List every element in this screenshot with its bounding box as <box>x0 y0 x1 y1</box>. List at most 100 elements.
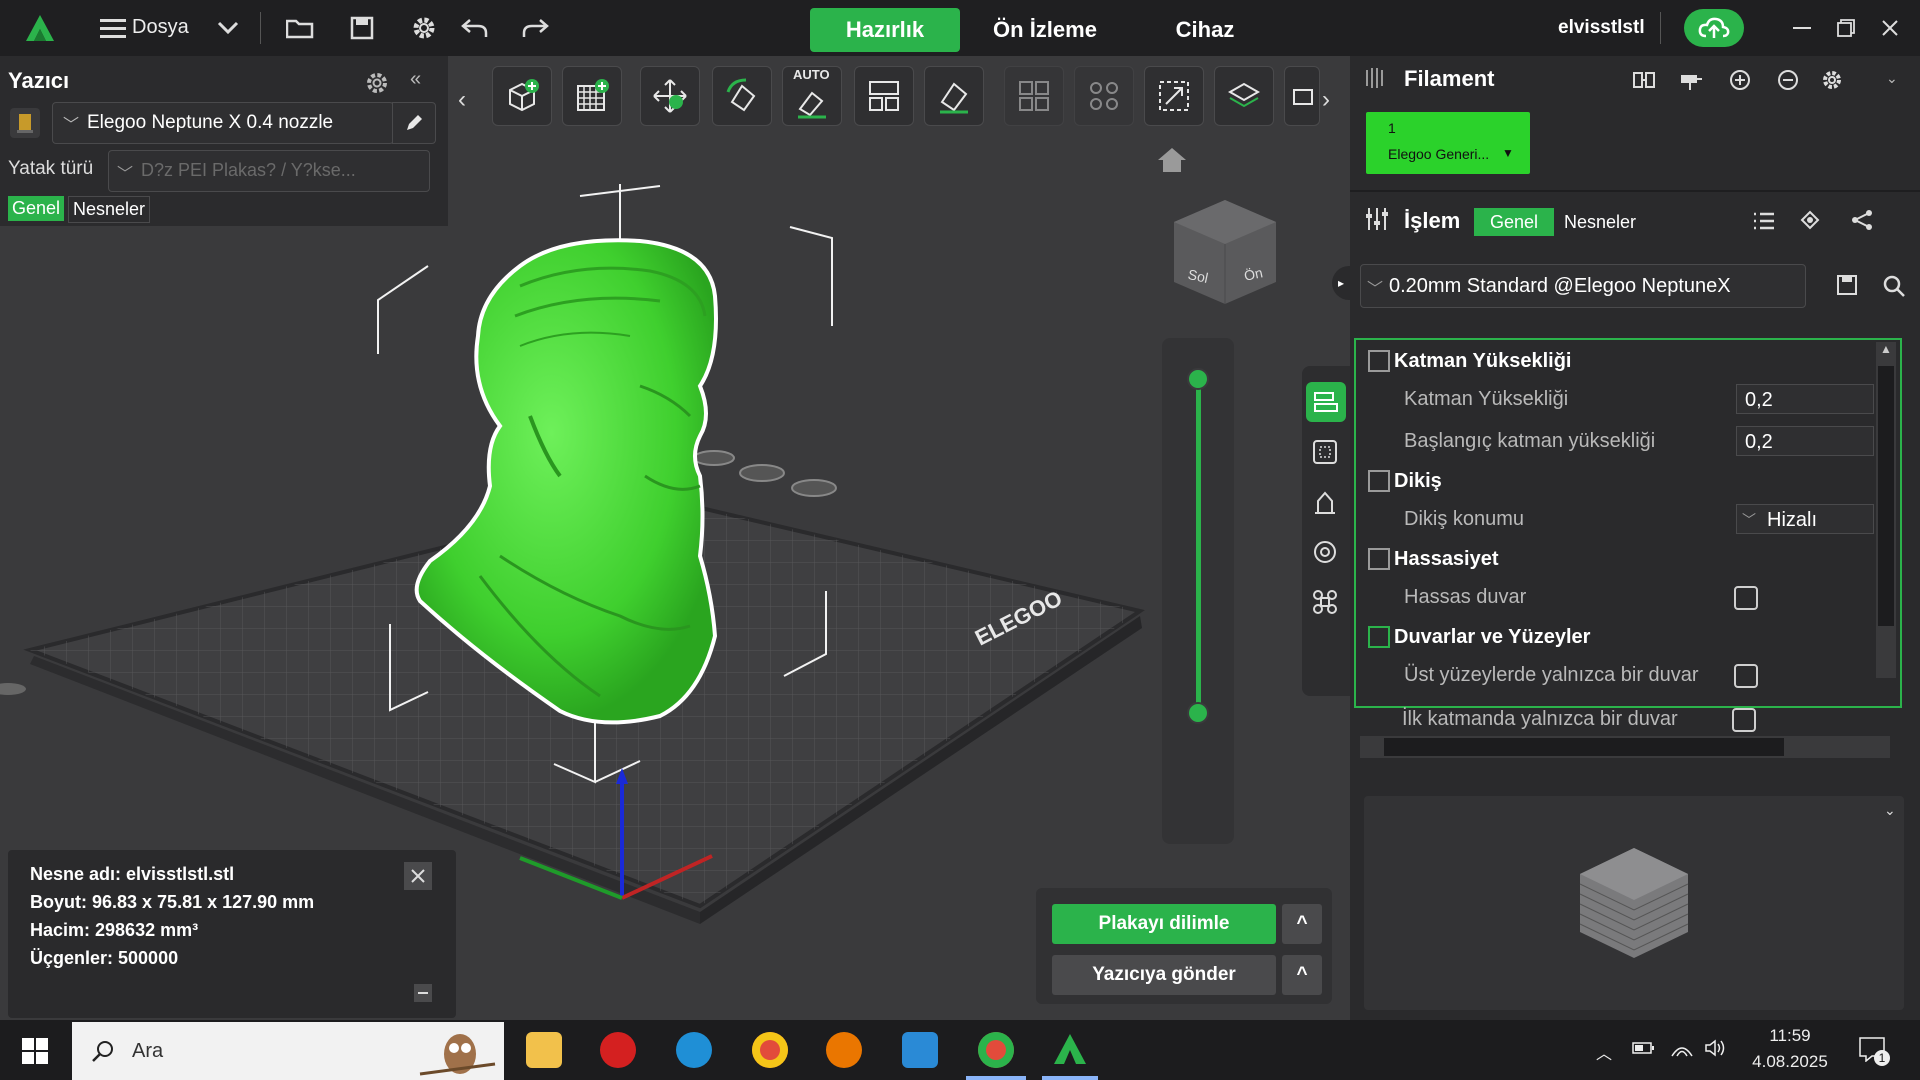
cloud-upload-icon <box>1698 17 1730 38</box>
view-cube[interactable]: Sol Ön <box>1170 196 1280 313</box>
filament-sync-icon[interactable] <box>1632 68 1656 97</box>
tab-process-objects[interactable]: Nesneler <box>1564 212 1636 233</box>
support-tool[interactable] <box>1307 484 1343 520</box>
move-button[interactable] <box>640 66 700 126</box>
top-one-wall-checkbox[interactable] <box>1734 664 1758 688</box>
tab-process-general[interactable]: Genel <box>1474 208 1554 236</box>
chrome-profile-icon[interactable] <box>978 1032 1014 1068</box>
bed-type-select[interactable]: ﹀ D?z PEI Plakas? / Y?kse... <box>108 150 430 192</box>
scroll-up-icon[interactable]: ▲ <box>1876 342 1896 362</box>
search-icon[interactable] <box>1882 274 1906 303</box>
printer-select[interactable]: ﹀ Elegoo Neptune X 0.4 nozzle <box>52 102 394 144</box>
share-icon[interactable] <box>1850 208 1874 237</box>
tab-printer-objects[interactable]: Nesneler <box>68 196 151 223</box>
redo-icon[interactable] <box>518 10 554 46</box>
auto-orient-button[interactable]: AUTO <box>782 66 842 126</box>
rotate-button[interactable] <box>712 66 772 126</box>
chevron-down-icon[interactable]: ⌄ <box>1886 70 1898 87</box>
file-menu[interactable]: Dosya <box>132 16 189 39</box>
layer-height-input[interactable]: 0,2 <box>1736 384 1874 414</box>
add-filament-icon[interactable] <box>1728 68 1752 97</box>
scale-icon <box>1159 81 1189 111</box>
scale-button[interactable] <box>1144 66 1204 126</box>
select-tool[interactable] <box>1307 434 1343 470</box>
minimize-info-button[interactable] <box>414 984 432 1002</box>
layer-slider-top-handle[interactable] <box>1187 368 1209 390</box>
cloud-upload-button[interactable] <box>1684 9 1744 47</box>
list-view-icon[interactable] <box>1752 210 1776 237</box>
save-preset-icon[interactable] <box>1836 274 1858 301</box>
edge-icon[interactable] <box>676 1032 712 1068</box>
windows-start-icon[interactable] <box>22 1038 48 1069</box>
arrange-button[interactable] <box>854 66 914 126</box>
send-options-button[interactable]: ^ <box>1282 955 1322 995</box>
filament-brush-icon[interactable] <box>1680 68 1704 97</box>
split-parts-button[interactable] <box>1074 66 1134 126</box>
more-tools-button[interactable] <box>1284 66 1320 126</box>
clock-time[interactable]: 11:59 <box>1760 1026 1820 1046</box>
toolbar-scroll-left[interactable]: ‹ <box>458 86 478 126</box>
edit-printer-button[interactable] <box>392 102 436 144</box>
scroll-thumb[interactable] <box>1878 366 1894 626</box>
assembly-tool[interactable] <box>1307 584 1343 620</box>
tab-preview[interactable]: Ön İzleme <box>980 8 1110 52</box>
chrome-icon[interactable] <box>752 1032 788 1068</box>
gear-icon[interactable] <box>406 10 442 46</box>
settings-scrollbar[interactable]: ▲ <box>1876 342 1896 678</box>
printer-settings-icon[interactable] <box>364 70 390 101</box>
wifi-icon[interactable] <box>1670 1038 1694 1063</box>
layers-tool[interactable] <box>1306 382 1346 422</box>
home-view-icon[interactable] <box>1156 146 1188 179</box>
notification-icon[interactable]: 1 <box>1858 1036 1890 1067</box>
first-layer-one-wall-checkbox[interactable] <box>1732 708 1756 732</box>
username[interactable]: elvisstlstl <box>1558 17 1645 39</box>
tab-printer-general[interactable]: Genel <box>8 196 65 221</box>
battery-icon[interactable] <box>1632 1040 1656 1061</box>
app-icon[interactable] <box>902 1032 938 1068</box>
slice-plate-button[interactable]: Plakayı dilimle <box>1052 904 1276 944</box>
seam-tool[interactable] <box>1307 534 1343 570</box>
add-plate-button[interactable] <box>562 66 622 126</box>
precise-wall-checkbox[interactable] <box>1734 586 1758 610</box>
compare-icon[interactable] <box>1798 208 1822 237</box>
volume-icon[interactable] <box>1704 1038 1728 1063</box>
seam-position-select[interactable]: Hizalı <box>1736 504 1874 534</box>
minus-icon <box>418 992 428 994</box>
split-objects-button[interactable] <box>1004 66 1064 126</box>
tray-chevron-icon[interactable]: ︿ <box>1596 1040 1612 1064</box>
collapse-left-icon[interactable]: « <box>410 68 421 91</box>
restore-icon[interactable] <box>1828 10 1864 46</box>
blender-icon[interactable] <box>826 1032 862 1068</box>
elegoo-slicer-icon[interactable] <box>1052 1032 1088 1071</box>
save-icon[interactable] <box>344 10 380 46</box>
taskbar-search[interactable]: Ara <box>72 1022 504 1080</box>
process-preset-select[interactable]: ﹀ 0.20mm Standard @Elegoo NeptuneX <box>1360 264 1806 308</box>
initial-layer-height-input[interactable]: 0,2 <box>1736 426 1874 456</box>
layer-slider[interactable] <box>1162 338 1234 844</box>
horizontal-scroll-thumb[interactable] <box>1384 738 1784 756</box>
cut-button[interactable] <box>1214 66 1274 126</box>
layer-slider-bottom-handle[interactable] <box>1187 702 1209 724</box>
close-info-button[interactable] <box>404 862 432 890</box>
file-explorer-icon[interactable] <box>526 1032 562 1068</box>
tab-prepare[interactable]: Hazırlık <box>810 8 960 52</box>
filament-settings-icon[interactable] <box>1820 68 1844 97</box>
horizontal-scrollbar[interactable] <box>1360 736 1890 758</box>
add-object-button[interactable] <box>492 66 552 126</box>
filament-slot-1[interactable]: 1 Elegoo Generi... ▼ <box>1366 112 1530 174</box>
remove-filament-icon[interactable] <box>1776 68 1800 97</box>
send-to-printer-button[interactable]: Yazıcıya gönder <box>1052 955 1276 995</box>
lay-on-face-button[interactable] <box>924 66 984 126</box>
recorder-icon[interactable] <box>600 1032 636 1068</box>
chevron-down-icon[interactable]: ⌄ <box>1884 802 1896 819</box>
tab-device[interactable]: Cihaz <box>1140 8 1270 52</box>
chevron-down-icon[interactable] <box>210 10 246 46</box>
open-folder-icon[interactable] <box>282 10 318 46</box>
clock-date[interactable]: 4.08.2025 <box>1742 1052 1838 1072</box>
close-icon[interactable] <box>1872 10 1908 46</box>
minimize-icon[interactable] <box>1784 10 1820 46</box>
toolbar-scroll-right[interactable]: › <box>1322 86 1330 114</box>
slice-options-button[interactable]: ^ <box>1282 904 1322 944</box>
undo-icon[interactable] <box>456 10 492 46</box>
menu-icon[interactable] <box>98 10 128 46</box>
